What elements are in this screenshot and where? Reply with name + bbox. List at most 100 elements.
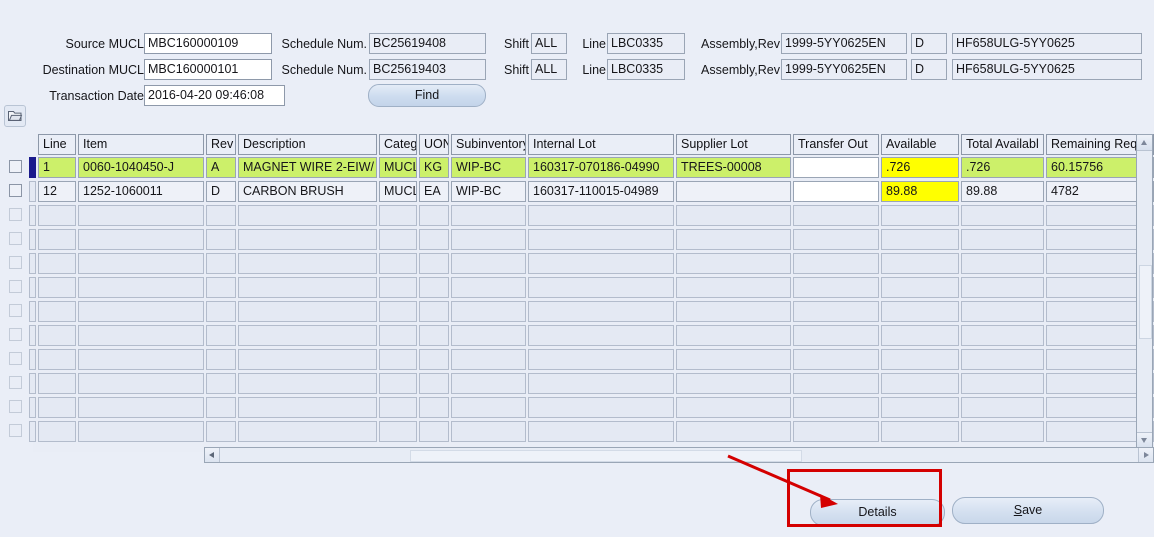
grid-cell[interactable]: KG — [419, 157, 449, 178]
grid-cell[interactable] — [451, 229, 526, 250]
schedule-num-field-1[interactable]: BC25619408 — [369, 33, 486, 54]
grid-cell[interactable] — [206, 421, 236, 442]
grid-cell[interactable] — [419, 421, 449, 442]
row-checkbox[interactable] — [9, 400, 22, 413]
grid-column-header[interactable]: Categ — [379, 134, 417, 155]
assembly-desc-field-1[interactable]: HF658ULG-5YY0625 — [952, 33, 1142, 54]
shift-field-1[interactable]: ALL — [531, 33, 567, 54]
grid-cell[interactable] — [379, 373, 417, 394]
grid-cell[interactable] — [38, 325, 76, 346]
grid-cell[interactable] — [961, 373, 1044, 394]
grid-cell[interactable] — [238, 373, 377, 394]
row-checkbox[interactable] — [9, 376, 22, 389]
grid-cell[interactable] — [881, 205, 959, 226]
row-checkbox[interactable] — [9, 424, 22, 437]
grid-cell[interactable] — [793, 421, 879, 442]
save-button[interactable]: Save — [952, 497, 1104, 524]
grid-cell[interactable] — [676, 277, 791, 298]
assembly-rev-field-2[interactable]: D — [911, 59, 947, 80]
grid-cell[interactable] — [528, 229, 674, 250]
grid-cell[interactable] — [78, 325, 204, 346]
row-indicator[interactable] — [29, 349, 36, 370]
grid-cell[interactable] — [676, 253, 791, 274]
destination-mucl-field[interactable]: MBC160000101 — [144, 59, 272, 80]
grid-cell[interactable] — [676, 325, 791, 346]
row-indicator[interactable] — [29, 229, 36, 250]
grid-cell[interactable] — [38, 397, 76, 418]
grid-cell[interactable] — [961, 277, 1044, 298]
grid-cell[interactable] — [793, 349, 879, 370]
grid-cell[interactable] — [881, 397, 959, 418]
grid-cell[interactable] — [961, 229, 1044, 250]
grid-cell[interactable] — [419, 325, 449, 346]
grid-cell[interactable] — [419, 229, 449, 250]
grid-cell[interactable]: 160317-070186-04990 — [528, 157, 674, 178]
row-checkbox[interactable] — [9, 208, 22, 221]
shift-field-2[interactable]: ALL — [531, 59, 567, 80]
grid-cell[interactable]: .726 — [881, 157, 959, 178]
grid-cell[interactable]: TREES-00008 — [676, 157, 791, 178]
grid-cell[interactable] — [206, 325, 236, 346]
grid-cell[interactable] — [419, 373, 449, 394]
line-field-1[interactable]: LBC0335 — [607, 33, 685, 54]
assembly-field-2[interactable]: 1999-5YY0625EN — [781, 59, 907, 80]
grid-cell[interactable]: WIP-BC — [451, 181, 526, 202]
grid-cell[interactable] — [793, 205, 879, 226]
grid-cell[interactable]: 0060-1040450-J — [78, 157, 204, 178]
grid-cell[interactable] — [206, 229, 236, 250]
horizontal-scroll-thumb[interactable] — [410, 450, 802, 462]
row-indicator[interactable] — [29, 373, 36, 394]
grid-cell[interactable]: 1 — [38, 157, 76, 178]
grid-cell[interactable] — [78, 397, 204, 418]
grid-cell[interactable] — [379, 301, 417, 322]
grid-cell[interactable]: MAGNET WIRE 2-EIW/ — [238, 157, 377, 178]
grid-cell[interactable]: .726 — [961, 157, 1044, 178]
grid-cell[interactable] — [206, 349, 236, 370]
grid-cell[interactable] — [793, 181, 879, 202]
grid-cell[interactable] — [419, 301, 449, 322]
grid-cell[interactable] — [78, 229, 204, 250]
grid-cell[interactable] — [881, 229, 959, 250]
grid-cell[interactable]: 89.88 — [881, 181, 959, 202]
vertical-scroll-thumb[interactable] — [1139, 265, 1152, 339]
grid-cell[interactable]: 12 — [38, 181, 76, 202]
open-folder-icon-button[interactable] — [4, 105, 26, 127]
grid-cell[interactable] — [419, 349, 449, 370]
grid-cell[interactable] — [379, 397, 417, 418]
grid-cell[interactable] — [238, 397, 377, 418]
grid-cell[interactable] — [528, 421, 674, 442]
grid-cell[interactable]: EA — [419, 181, 449, 202]
grid-cell[interactable] — [451, 349, 526, 370]
grid-cell[interactable]: 1252-1060011 — [78, 181, 204, 202]
grid-cell[interactable] — [528, 373, 674, 394]
grid-cell[interactable] — [238, 301, 377, 322]
grid-cell[interactable] — [528, 277, 674, 298]
grid-cell[interactable] — [419, 277, 449, 298]
grid-cell[interactable] — [78, 253, 204, 274]
grid-cell[interactable] — [793, 277, 879, 298]
grid-column-header[interactable]: Supplier Lot — [676, 134, 791, 155]
grid-cell[interactable] — [961, 421, 1044, 442]
grid-cell[interactable] — [961, 301, 1044, 322]
row-indicator[interactable] — [29, 205, 36, 226]
scroll-right-button[interactable] — [1138, 448, 1153, 462]
grid-cell[interactable] — [676, 229, 791, 250]
row-checkbox[interactable] — [9, 232, 22, 245]
grid-cell[interactable] — [961, 253, 1044, 274]
grid-cell[interactable] — [793, 157, 879, 178]
grid-cell[interactable] — [676, 373, 791, 394]
grid-cell[interactable] — [78, 349, 204, 370]
grid-column-header[interactable]: Subinventory — [451, 134, 526, 155]
grid-cell[interactable] — [528, 301, 674, 322]
grid-cell[interactable] — [206, 397, 236, 418]
grid-cell[interactable]: D — [206, 181, 236, 202]
grid-cell[interactable] — [379, 253, 417, 274]
grid-cell[interactable] — [206, 301, 236, 322]
scroll-down-button[interactable] — [1137, 432, 1152, 448]
grid-cell[interactable] — [238, 277, 377, 298]
grid-cell[interactable] — [528, 253, 674, 274]
details-button[interactable]: Details — [810, 499, 945, 526]
grid-cell[interactable] — [881, 301, 959, 322]
grid-cell[interactable] — [38, 421, 76, 442]
transaction-date-field[interactable]: 2016-04-20 09:46:08 — [144, 85, 285, 106]
